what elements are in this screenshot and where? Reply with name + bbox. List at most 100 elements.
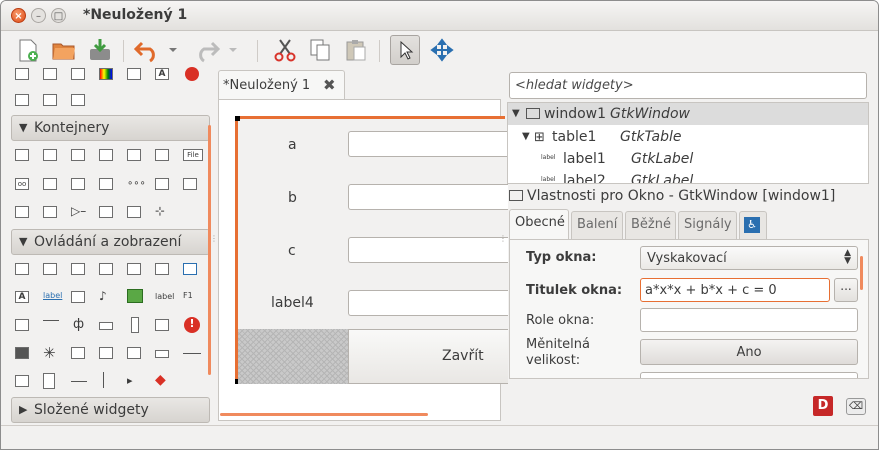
drag-resize-icon[interactable] xyxy=(429,37,455,63)
link-button-icon[interactable]: label xyxy=(43,291,62,300)
label-a[interactable]: a xyxy=(288,137,297,153)
combo-box-icon[interactable] xyxy=(155,319,169,331)
tab-signals[interactable]: Signály xyxy=(678,211,737,239)
expanded-arrow-icon[interactable]: ▼ xyxy=(522,131,530,142)
custom-widget-icon[interactable]: ◆ xyxy=(155,372,166,388)
tree-view-icon[interactable] xyxy=(99,347,113,359)
viewport-icon[interactable] xyxy=(15,206,29,218)
entry-b[interactable] xyxy=(348,184,508,210)
menubar-icon[interactable]: File xyxy=(183,149,203,161)
vseparator-icon[interactable] xyxy=(103,372,104,388)
spinner-icon[interactable]: ✳ xyxy=(43,344,56,362)
undo-dropdown-icon[interactable] xyxy=(166,37,180,63)
redo-icon[interactable] xyxy=(194,37,220,63)
pane-grip[interactable]: ⋮ xyxy=(499,235,507,253)
open-folder-icon[interactable] xyxy=(51,37,77,63)
design-canvas[interactable]: a b c label4 Zavřít xyxy=(218,99,508,421)
font-dialog-icon[interactable]: A xyxy=(155,68,169,80)
toolpalette-icon[interactable] xyxy=(43,178,57,190)
cut-icon[interactable] xyxy=(272,37,298,63)
drawing-area-icon[interactable] xyxy=(43,373,55,389)
label-icon[interactable]: label xyxy=(155,292,174,301)
event-box-icon[interactable] xyxy=(99,206,113,218)
tree-row[interactable]: label label1 GtkLabel xyxy=(508,148,868,170)
entry-4[interactable] xyxy=(348,290,508,316)
tab-common[interactable]: Běžné xyxy=(625,211,676,239)
entry-icon[interactable] xyxy=(15,319,29,331)
radio-button-icon[interactable] xyxy=(127,263,141,275)
pane-grip[interactable]: ⋮ xyxy=(210,235,218,253)
hseparator-icon[interactable] xyxy=(183,353,201,354)
spin-button-icon[interactable] xyxy=(99,263,113,275)
file-chooser-button-icon[interactable] xyxy=(155,263,169,275)
resizable-toggle[interactable]: Ano xyxy=(640,339,858,365)
separator-icon[interactable] xyxy=(71,381,87,382)
about-dialog-icon[interactable] xyxy=(71,68,85,80)
new-file-icon[interactable] xyxy=(15,37,41,63)
notebook-icon[interactable] xyxy=(99,149,113,161)
alignment-icon[interactable] xyxy=(43,206,57,218)
paste-icon[interactable] xyxy=(343,37,369,63)
devhelp-icon[interactable]: D xyxy=(813,396,833,416)
properties-scrollbar[interactable] xyxy=(860,256,863,290)
maximize-window-button[interactable]: □ xyxy=(51,8,66,23)
message-dialog-icon[interactable] xyxy=(185,67,199,81)
handle-box-icon[interactable] xyxy=(127,206,141,218)
window-widget-icon[interactable] xyxy=(15,68,29,80)
tree-row[interactable]: ▼ window1 GtkWindow xyxy=(508,103,868,125)
frame-icon[interactable] xyxy=(127,149,141,161)
label-c[interactable]: c xyxy=(288,243,296,259)
buttonbox-icon[interactable]: ∘∘∘ xyxy=(127,178,146,189)
cell-view-icon[interactable]: ▸ xyxy=(127,374,133,387)
dialog-widget-icon[interactable] xyxy=(43,68,57,80)
scrolled-window-icon[interactable] xyxy=(183,178,197,190)
editor-tab[interactable]: *Neuložený 1 ✖ xyxy=(218,70,345,100)
accel-label-icon[interactable]: F1 xyxy=(183,291,193,300)
hscale-icon[interactable] xyxy=(43,320,59,324)
expander-icon[interactable]: ▷– xyxy=(71,204,86,218)
window-type-select[interactable]: Vyskakovací ▲ ▼ xyxy=(640,246,858,270)
widget-tree[interactable]: ▼ window1 GtkWindow ▼ ⊞ table1 GtkTable … xyxy=(507,102,869,184)
undo-icon[interactable] xyxy=(134,37,160,63)
role-field[interactable] xyxy=(640,308,858,332)
window-preview[interactable]: a b c label4 Zavřít xyxy=(235,116,508,384)
aspect-frame-icon[interactable]: ⊹ xyxy=(155,204,165,218)
recent-chooser-icon[interactable] xyxy=(43,94,57,106)
window-title-field[interactable]: a*x*x + b*x + c = 0 xyxy=(640,278,830,302)
minimize-window-button[interactable]: – xyxy=(31,8,46,23)
vscrollbar-icon[interactable] xyxy=(131,317,139,333)
close-window-button[interactable]: × xyxy=(11,8,26,23)
scale-button-icon[interactable] xyxy=(71,291,85,303)
color-button-icon[interactable] xyxy=(183,263,197,275)
save-icon[interactable] xyxy=(87,37,113,63)
file-dialog-icon[interactable] xyxy=(127,68,141,80)
fixed-icon[interactable] xyxy=(155,149,169,161)
canvas-hscrollbar[interactable] xyxy=(220,413,428,416)
group-controls-header[interactable]: ▼ Ovládání a zobrazení xyxy=(11,229,210,255)
vpaned-icon[interactable] xyxy=(99,178,113,190)
redo-dropdown-icon[interactable] xyxy=(226,37,240,63)
tree-row[interactable]: ▼ ⊞ table1 GtkTable xyxy=(508,126,868,148)
calendar-icon[interactable] xyxy=(15,375,29,387)
select-mode-button[interactable] xyxy=(390,35,420,65)
vbox-icon[interactable] xyxy=(43,149,57,161)
button-icon[interactable] xyxy=(15,263,29,275)
toolbar-widget-icon[interactable]: oo xyxy=(15,178,29,190)
assistant-icon[interactable] xyxy=(15,94,29,106)
label-4[interactable]: label4 xyxy=(271,295,314,311)
text-view-icon[interactable] xyxy=(71,347,85,359)
close-tab-icon[interactable]: ✖ xyxy=(323,76,336,94)
layout-icon[interactable] xyxy=(155,178,169,190)
widget-search-input[interactable]: <hledat widgety> xyxy=(509,72,867,99)
check-button-icon[interactable] xyxy=(71,263,85,275)
image-icon[interactable] xyxy=(127,289,143,303)
hpaned-icon[interactable] xyxy=(71,178,85,190)
color-dialog-icon[interactable] xyxy=(99,68,113,80)
tab-packing[interactable]: Balení xyxy=(571,211,623,239)
ruler-icon[interactable] xyxy=(155,350,169,358)
hbox-icon[interactable] xyxy=(15,149,29,161)
close-button-preview[interactable]: Zavřít xyxy=(348,329,508,384)
label-b[interactable]: b xyxy=(288,190,297,206)
volume-button-icon[interactable]: ♪ xyxy=(99,289,107,303)
icon-view-icon[interactable] xyxy=(127,347,141,359)
